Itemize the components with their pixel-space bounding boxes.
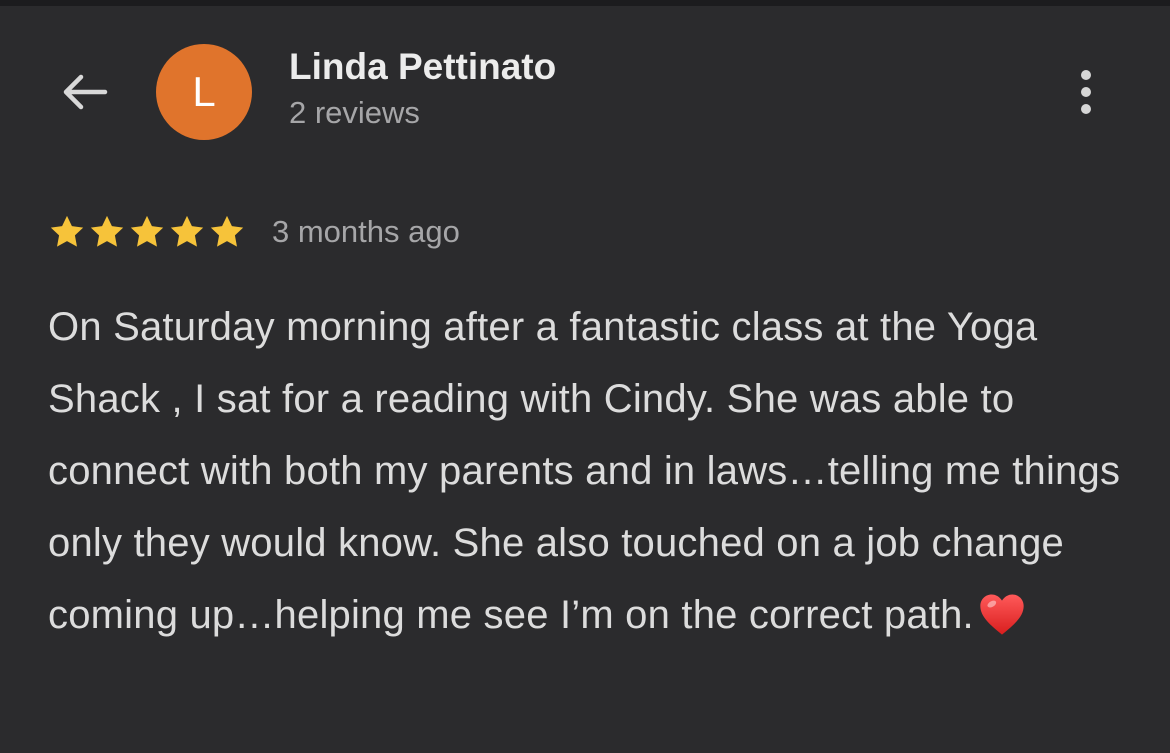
more-vertical-icon-dot (1081, 87, 1091, 97)
more-vertical-icon-dot (1081, 104, 1091, 114)
arrow-left-icon (63, 74, 108, 110)
avatar-initial: L (192, 68, 216, 115)
review-count: 2 reviews (289, 95, 420, 130)
star-icon (210, 215, 244, 247)
review-body: On Saturday morning after a fantastic cl… (48, 291, 1138, 651)
star-icon (130, 215, 164, 247)
star-icon (50, 215, 84, 247)
back-button[interactable] (52, 60, 116, 124)
reviewer-name[interactable]: Linda Pettinato (289, 46, 556, 88)
status-bar-strip (0, 0, 1170, 6)
review-text: On Saturday morning after a fantastic cl… (48, 305, 1121, 637)
star-rating (48, 213, 246, 251)
more-options-button[interactable] (1062, 58, 1110, 126)
avatar[interactable]: L (156, 44, 252, 140)
star-icon (170, 215, 204, 247)
review-detail-screen: L Linda Pettinato 2 reviews 3 months ago… (0, 0, 1170, 753)
review-date: 3 months ago (272, 214, 460, 249)
star-icon (90, 215, 124, 247)
rating-row: 3 months ago (48, 210, 460, 254)
more-vertical-icon (1081, 70, 1091, 80)
heart-icon (980, 594, 1024, 635)
